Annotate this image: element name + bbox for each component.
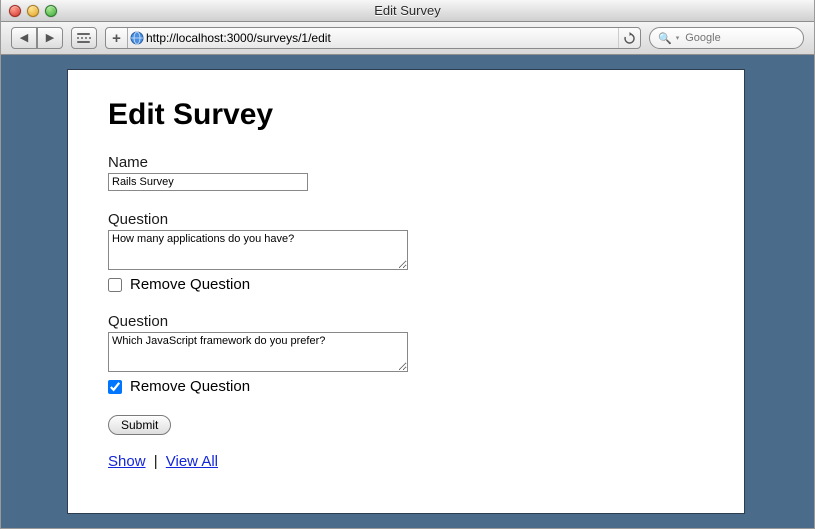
page-content: Edit Survey Name Question Remove Questio… [67,69,745,514]
name-label: Name [108,154,704,171]
page-title: Edit Survey [108,98,704,132]
close-icon[interactable] [9,5,21,17]
browser-viewport: Edit Survey Name Question Remove Questio… [1,55,814,528]
question-block-1: Question Remove Question [108,211,704,293]
remove-question-row: Remove Question [108,276,704,293]
chevron-down-icon: ▾ [676,34,680,42]
reader-icon [74,33,94,43]
remove-question-label[interactable]: Remove Question [130,378,250,395]
window-controls [9,5,57,17]
browser-toolbar: ◀ ▶ + 🔍 ▾ [1,22,814,55]
question-textarea[interactable] [108,230,408,270]
back-button[interactable]: ◀ [11,27,37,49]
question-label: Question [108,313,704,330]
link-separator: | [150,453,162,470]
add-bookmark-button[interactable]: + [106,28,128,48]
address-bar[interactable]: + [105,27,641,49]
reader-button[interactable] [71,27,97,49]
window-titlebar: Edit Survey [1,0,814,22]
name-field: Name [108,154,704,191]
reload-button[interactable] [618,28,640,48]
search-bar[interactable]: 🔍 ▾ [649,27,804,49]
remove-question-label[interactable]: Remove Question [130,276,250,293]
footer-links: Show | View All [108,453,704,470]
search-input[interactable] [683,31,815,45]
view-all-link[interactable]: View All [166,453,218,470]
forward-button[interactable]: ▶ [37,27,63,49]
submit-row: Submit [108,415,704,435]
question-textarea[interactable] [108,332,408,372]
reload-icon [623,32,636,45]
remove-question-checkbox[interactable] [108,380,122,394]
globe-icon [128,31,146,45]
remove-question-checkbox[interactable] [108,278,122,292]
chevron-left-icon: ◀ [20,33,28,44]
show-link[interactable]: Show [108,453,146,470]
name-input[interactable] [108,173,308,191]
window-title: Edit Survey [1,3,814,18]
remove-question-row: Remove Question [108,378,704,395]
url-input[interactable] [146,28,618,48]
chevron-right-icon: ▶ [46,33,54,44]
nav-buttons: ◀ ▶ [11,27,63,49]
submit-button[interactable]: Submit [108,415,171,435]
minimize-icon[interactable] [27,5,39,17]
zoom-icon[interactable] [45,5,57,17]
search-icon: 🔍 [658,32,672,45]
question-label: Question [108,211,704,228]
question-block-2: Question Remove Question [108,313,704,395]
